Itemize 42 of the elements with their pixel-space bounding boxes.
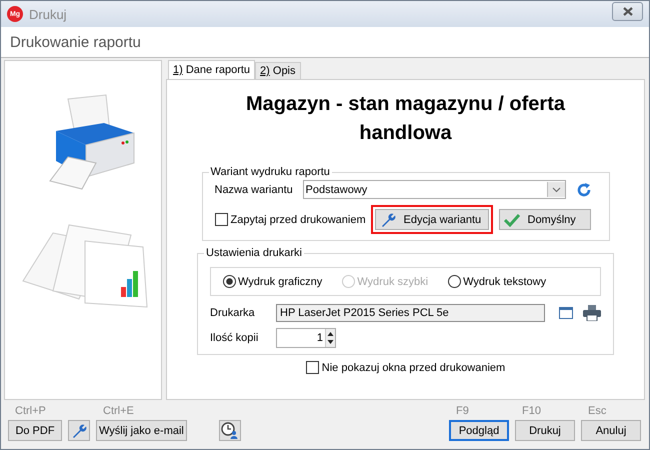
shortcut-hint: Esc [587, 405, 608, 419]
refresh-icon[interactable] [576, 182, 592, 198]
edit-variant-button[interactable]: Edycja wariantu [374, 209, 488, 230]
wrench-icon [71, 422, 87, 438]
field-label: Nazwa wariantu [214, 184, 294, 196]
tab[interactable]: 1) Dane raportu [168, 60, 256, 79]
report-title: Magazyn - stan magazynu / oferta handlowa [245, 92, 566, 146]
folder-icon[interactable] [559, 307, 573, 319]
close-button[interactable] [612, 2, 643, 20]
footer-button[interactable]: Podgląd [449, 420, 509, 441]
chevron-down-icon [552, 186, 560, 192]
settings-button[interactable] [68, 420, 90, 441]
group-legend: Ustawienia drukarki [204, 247, 304, 259]
spinner-arrows-icon [326, 330, 335, 346]
clock-user-icon [221, 422, 238, 439]
window-title: Drukuj [29, 6, 68, 22]
ask-checkbox[interactable]: Zapytaj przed drukowaniem [214, 213, 370, 226]
tab[interactable]: 2) Opis [255, 62, 301, 79]
wrench-icon [380, 212, 396, 228]
field-label: Ilość kopii [210, 332, 260, 344]
default-button[interactable]: Domyślny [498, 209, 590, 230]
footer-button[interactable]: Wyślij jako e-mail [96, 420, 187, 441]
hide-window-checkbox[interactable]: Nie pokazuj okna przed drukowaniem [306, 361, 506, 374]
copies-spinner[interactable]: 1 [276, 328, 336, 348]
shortcut-hint: F10 [521, 405, 542, 419]
footer-button[interactable]: Drukuj [515, 420, 575, 441]
footer-button[interactable]: Do PDF [8, 420, 62, 441]
field-label: Drukarka [210, 307, 256, 319]
shortcut-hint: Ctrl+P [14, 405, 47, 419]
checkmark-icon [504, 212, 520, 226]
print-mode-radio[interactable]: Wydruk tekstowy [448, 275, 546, 288]
shortcut-hint: F9 [455, 405, 470, 419]
close-icon [622, 6, 634, 16]
printer-field[interactable]: HP LaserJet P2015 Series PCL 5e [276, 304, 545, 322]
variant-dropdown[interactable]: Podstawowy [302, 180, 566, 199]
group-legend: Wariant wydruku raportu [208, 166, 332, 178]
schedule-button[interactable] [218, 420, 241, 441]
dialog-heading: Drukowanie raportu [10, 34, 141, 50]
shortcut-hint: Ctrl+E [102, 405, 135, 419]
footer-button[interactable]: Anuluj [581, 420, 641, 441]
print-mode-radio[interactable]: Wydruk graficzny [223, 275, 322, 288]
printer-icon[interactable] [583, 305, 601, 321]
